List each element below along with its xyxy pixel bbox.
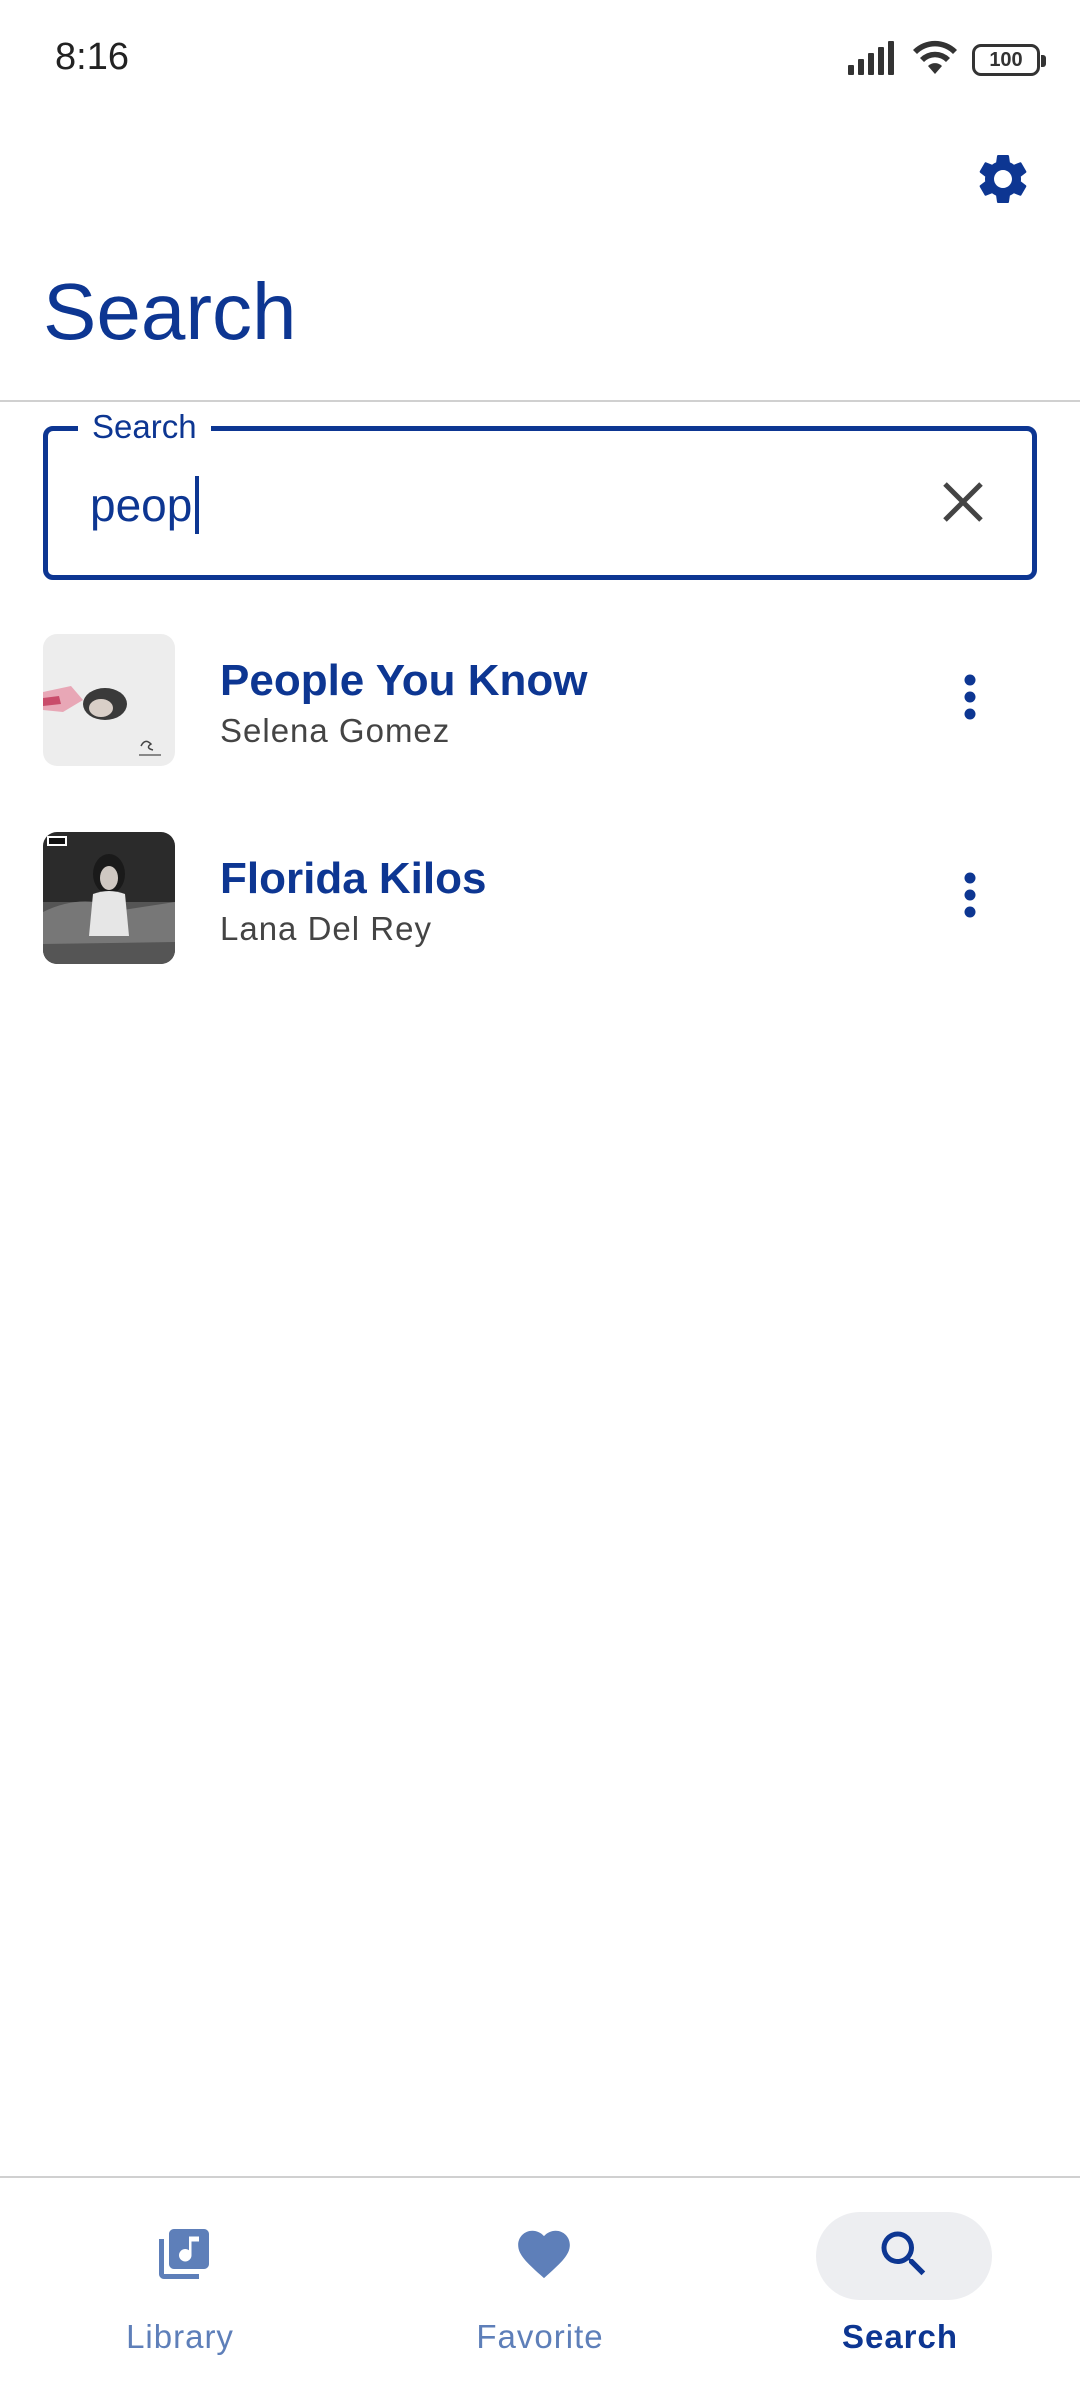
album-art xyxy=(43,832,175,964)
nav-label-search: Search xyxy=(841,2318,959,2355)
more-vert-icon xyxy=(963,871,977,924)
bottom-navigation: Library Favorite Search xyxy=(0,2178,1080,2400)
song-artist: Selena Gomez xyxy=(220,712,451,749)
nav-item-favorite[interactable]: Favorite xyxy=(360,2178,720,2400)
nav-label-favorite: Favorite xyxy=(476,2318,604,2355)
song-artist: Lana Del Rey xyxy=(220,910,432,947)
search-icon xyxy=(874,2224,934,2289)
song-title: Florida Kilos xyxy=(220,854,487,903)
more-options-button[interactable] xyxy=(940,862,1000,932)
nav-pill-search[interactable] xyxy=(816,2212,992,2300)
wifi-icon xyxy=(912,40,958,81)
album-art xyxy=(43,634,175,766)
search-field-label: Search xyxy=(78,407,211,447)
close-icon xyxy=(940,479,986,530)
status-time: 8:16 xyxy=(55,36,129,78)
more-vert-icon xyxy=(963,673,977,726)
nav-item-search[interactable]: Search xyxy=(720,2178,1080,2400)
heart-icon xyxy=(513,2223,575,2290)
nav-item-library[interactable]: Library xyxy=(0,2178,360,2400)
status-bar: 8:16 100 xyxy=(0,0,1080,120)
header-divider xyxy=(0,400,1080,402)
library-music-icon xyxy=(154,2224,214,2289)
more-options-button[interactable] xyxy=(940,664,1000,734)
nav-pill-library[interactable] xyxy=(96,2212,272,2300)
song-list-item[interactable]: People You Know Selena Gomez xyxy=(0,624,1080,774)
gear-icon xyxy=(973,149,1033,214)
nav-label-library: Library xyxy=(126,2318,234,2355)
nav-pill-favorite[interactable] xyxy=(456,2212,632,2300)
status-icons: 100 xyxy=(848,40,1046,81)
song-list-item[interactable]: Florida Kilos Lana Del Rey xyxy=(0,822,1080,972)
song-title: People You Know xyxy=(220,656,588,705)
battery-level: 100 xyxy=(989,48,1023,71)
battery-icon: 100 xyxy=(972,44,1046,76)
clear-search-button[interactable] xyxy=(932,473,994,535)
search-input[interactable]: peop xyxy=(90,475,200,535)
signal-icon xyxy=(848,40,898,80)
text-cursor xyxy=(195,476,200,534)
settings-button[interactable] xyxy=(968,146,1038,216)
search-field[interactable]: Search peop xyxy=(43,407,1037,580)
page-title: Search xyxy=(43,267,297,356)
search-input-value: peop xyxy=(90,479,193,531)
